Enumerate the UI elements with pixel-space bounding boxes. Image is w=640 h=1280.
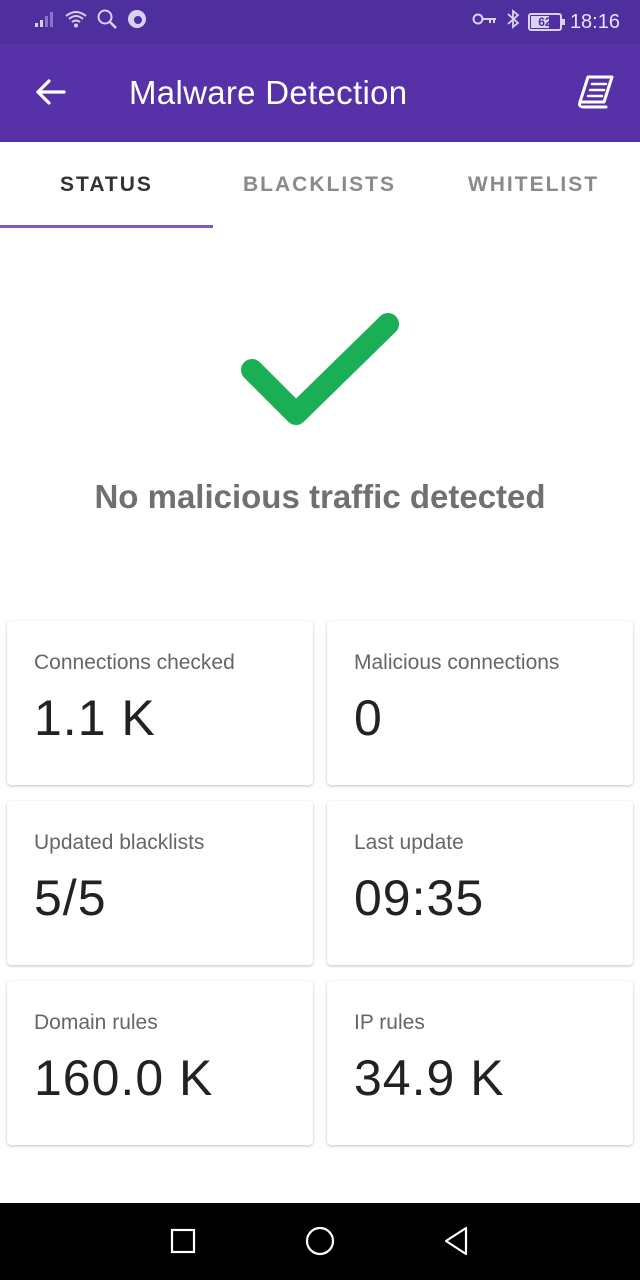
app-bar: Malware Detection (0, 44, 640, 142)
tab-blacklists[interactable]: BLACKLISTS (213, 142, 426, 228)
status-bar-left (34, 8, 148, 36)
square-recents-icon (169, 1227, 197, 1260)
stat-value: 09:35 (354, 870, 485, 926)
tab-whitelist[interactable]: WHITELIST (427, 142, 640, 228)
tab-status[interactable]: STATUS (0, 142, 213, 228)
status-bar: 62 18:16 (0, 0, 640, 44)
recents-button[interactable] (163, 1223, 203, 1263)
search-icon (96, 8, 118, 36)
stat-label: Last update (354, 831, 464, 854)
stat-card-malicious-connections: Malicious connections 0 (327, 621, 633, 785)
circle-home-icon (304, 1225, 336, 1262)
tab-bar: STATUS BLACKLISTS WHITELIST (0, 142, 640, 228)
status-message: No malicious traffic detected (94, 478, 546, 515)
arrow-left-icon (34, 78, 66, 111)
bluetooth-icon (506, 9, 520, 35)
stat-label: Malicious connections (354, 651, 560, 674)
key-icon (472, 11, 498, 33)
system-nav-bar (0, 1203, 640, 1280)
stat-label: Connections checked (34, 651, 235, 674)
battery-level: 62 (538, 15, 552, 29)
stat-card-last-update: Last update 09:35 (327, 801, 633, 965)
battery-icon: 62 (527, 13, 565, 31)
stat-label: Domain rules (34, 1011, 158, 1034)
stat-value: 0 (354, 690, 383, 746)
stat-card-domain-rules: Domain rules 160.0 K (7, 981, 313, 1145)
wifi-icon (64, 9, 88, 35)
stat-card-connections-checked: Connections checked 1.1 K (7, 621, 313, 785)
stat-card-ip-rules: IP rules 34.9 K (327, 981, 633, 1145)
stat-value: 5/5 (34, 870, 107, 926)
page-title: Malware Detection (129, 74, 408, 111)
nav-back-button[interactable] (436, 1223, 476, 1263)
stat-label: Updated blacklists (34, 831, 205, 854)
firefox-icon (126, 8, 148, 36)
triangle-back-icon (442, 1225, 470, 1262)
back-button[interactable] (30, 74, 70, 114)
book-icon (576, 74, 616, 115)
stat-value: 34.9 K (354, 1050, 505, 1106)
tab-indicator (0, 225, 213, 228)
status-bar-right: 62 18:16 (472, 9, 620, 35)
stat-value: 1.1 K (34, 690, 156, 746)
stat-label: IP rules (354, 1011, 425, 1034)
stat-card-updated-blacklists: Updated blacklists 5/5 (7, 801, 313, 965)
docs-button[interactable] (574, 72, 618, 116)
check-icon (236, 306, 406, 436)
signal-icon (34, 10, 56, 34)
clock: 18:16 (569, 10, 620, 33)
stat-value: 160.0 K (34, 1050, 214, 1106)
home-button[interactable] (300, 1223, 340, 1263)
